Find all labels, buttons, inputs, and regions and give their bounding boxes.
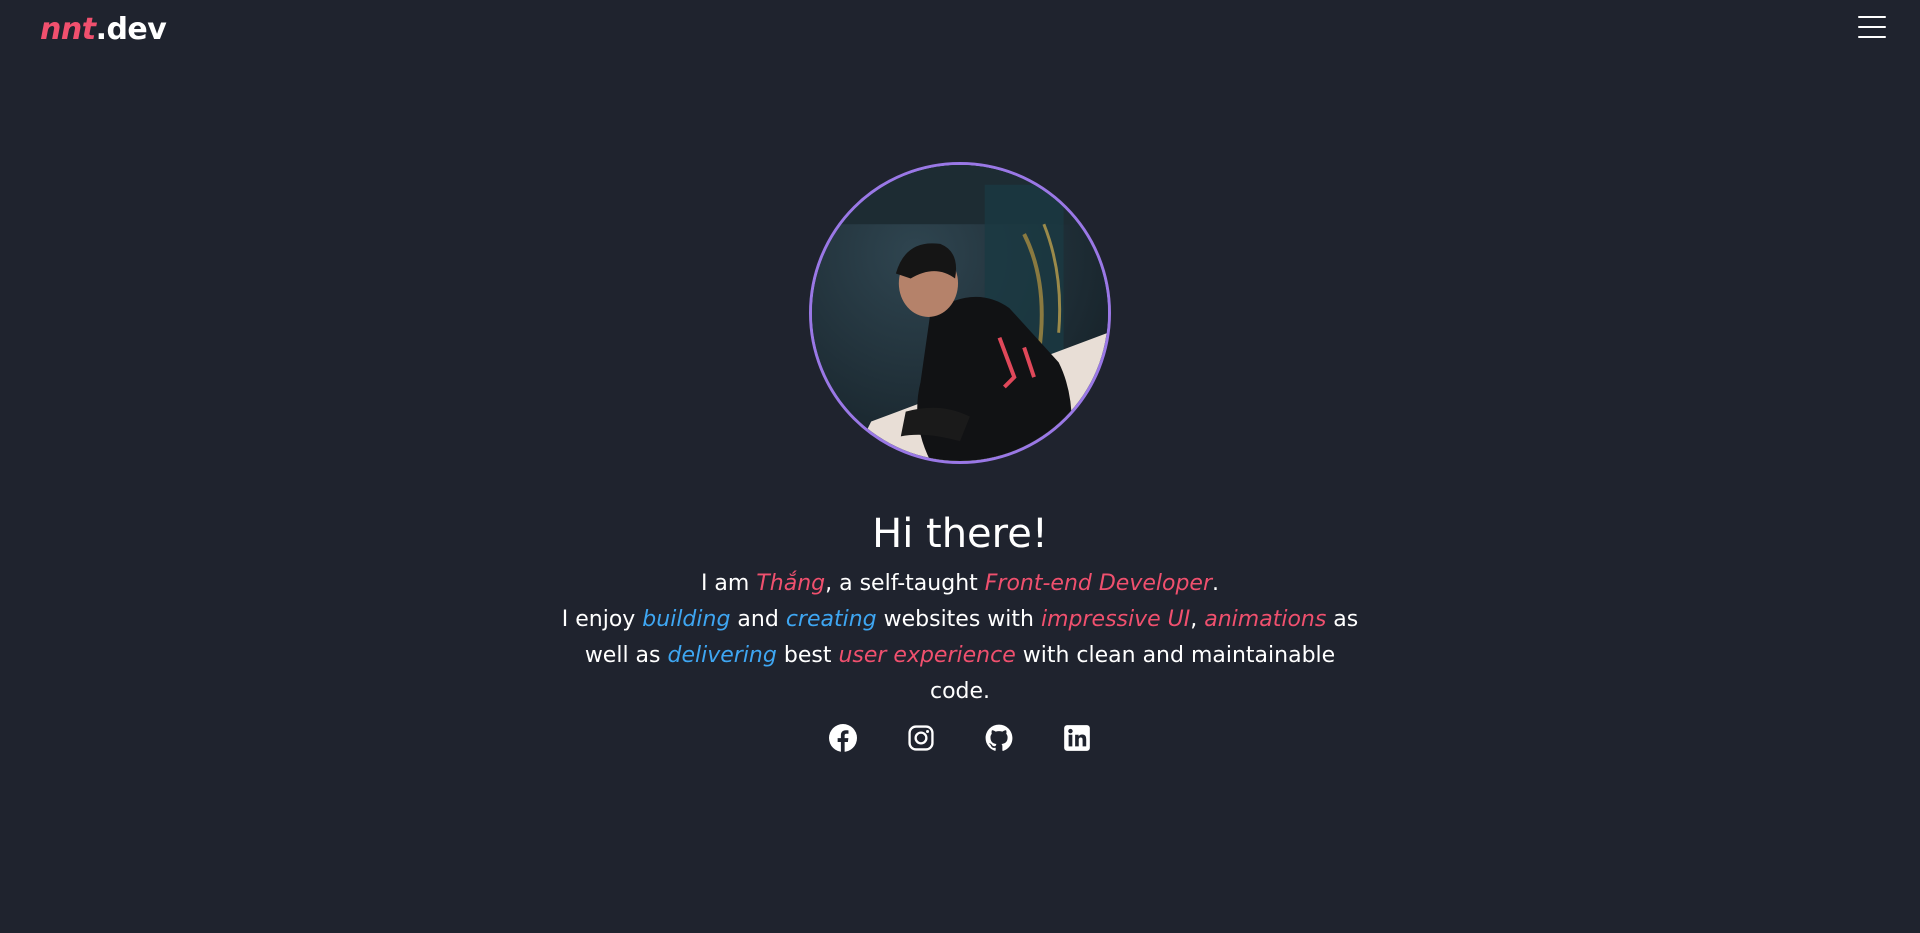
intro-text: I enjoy: [561, 607, 643, 632]
facebook-link[interactable]: [829, 724, 857, 752]
logo-suffix: .dev: [95, 12, 167, 47]
linkedin-icon: [1064, 725, 1090, 751]
hamburger-menu-icon[interactable]: [1858, 14, 1886, 40]
logo-brand: nnt: [40, 12, 96, 47]
profile-photo: [812, 165, 1108, 461]
intro-highlight-user-experience: user experience: [838, 643, 1016, 668]
intro-name: Thắng: [756, 571, 826, 596]
intro-role: Front-end Developer: [984, 571, 1213, 596]
instagram-icon: [908, 725, 934, 751]
profile-avatar: [809, 162, 1111, 464]
facebook-icon: [829, 724, 857, 752]
intro-highlight-delivering: delivering: [667, 643, 777, 668]
intro-text: websites with: [876, 607, 1041, 632]
github-icon: [985, 724, 1013, 751]
site-logo[interactable]: nnt.dev: [40, 10, 167, 50]
linkedin-link[interactable]: [1063, 724, 1091, 752]
intro-highlight-building: building: [642, 607, 731, 632]
instagram-link[interactable]: [907, 724, 935, 752]
intro-text: and: [730, 607, 786, 632]
intro-highlight-impressive-ui: impressive UI: [1040, 607, 1191, 632]
page: nnt.dev Hi there! I am Thắng, a self-tau…: [0, 0, 1920, 933]
intro-text: ,: [1190, 607, 1205, 632]
hero-title: Hi there!: [872, 511, 1048, 557]
hero-section: Hi there! I am Thắng, a self-taught Fron…: [0, 506, 1920, 710]
github-link[interactable]: [985, 724, 1013, 752]
hero-intro: I am Thắng, a self-taught Front-end Deve…: [560, 566, 1360, 710]
intro-text: .: [1212, 571, 1220, 596]
social-links: [0, 724, 1920, 752]
menu-bar-bottom: [1858, 36, 1886, 38]
intro-highlight-creating: creating: [785, 607, 877, 632]
intro-text: , a self-taught: [825, 571, 985, 596]
intro-text: I am: [700, 571, 757, 596]
intro-highlight-animations: animations: [1204, 607, 1327, 632]
intro-text: best: [776, 643, 839, 668]
menu-bar-middle: [1858, 26, 1886, 28]
menu-bar-top: [1858, 16, 1886, 18]
